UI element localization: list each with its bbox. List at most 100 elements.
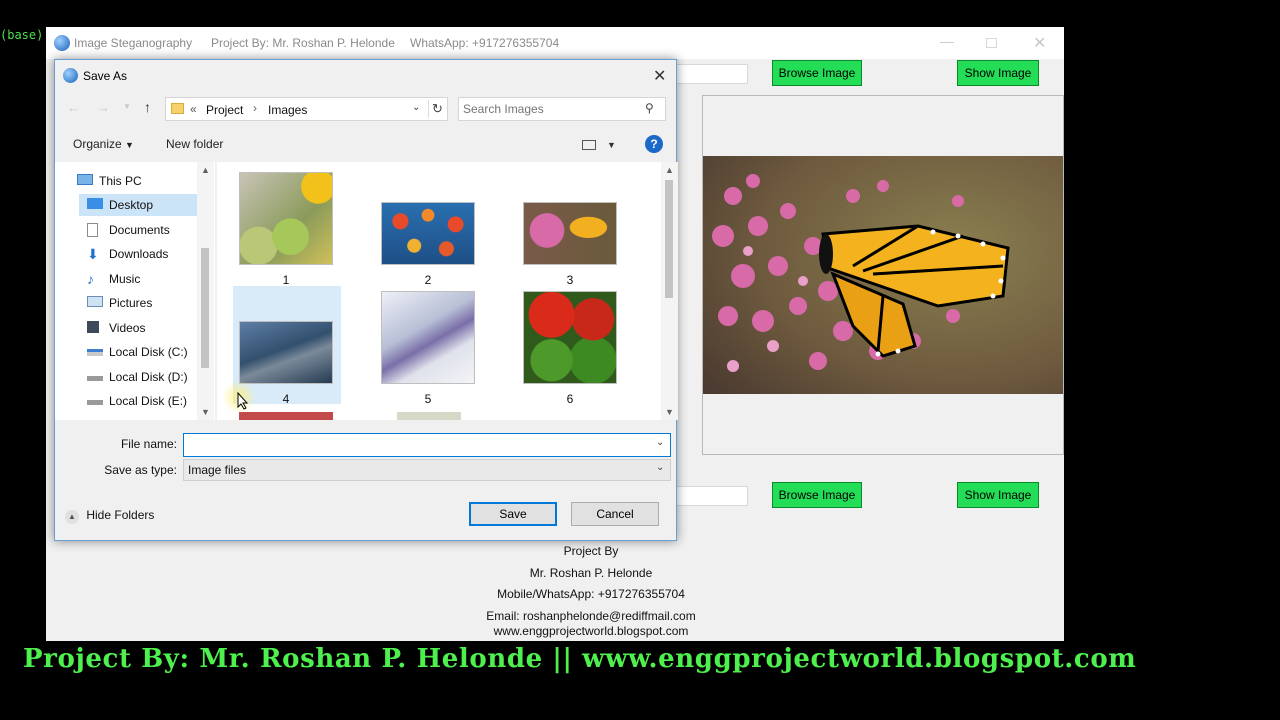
- save-type-dropdown-icon[interactable]: ⌄: [656, 462, 664, 473]
- search-box[interactable]: ⚲: [458, 97, 666, 121]
- breadcrumb-project[interactable]: Project: [206, 103, 243, 117]
- back-arrow-icon[interactable]: ←: [67, 100, 80, 115]
- minimize-icon[interactable]: —: [940, 33, 954, 49]
- nav-videos-label: Videos: [109, 321, 146, 335]
- footer-line-3: Mobile/WhatsApp: +917276355704: [497, 587, 685, 601]
- file-thumb-8-partial[interactable]: [397, 412, 461, 420]
- footer-line-2: Mr. Roshan P. Helonde: [529, 566, 653, 580]
- up-arrow-icon[interactable]: ↑: [144, 99, 151, 115]
- nav-this-pc[interactable]: This PC: [69, 170, 199, 192]
- app-title: Image Steganography: [74, 36, 193, 50]
- file-name-field[interactable]: ⌄: [183, 433, 671, 457]
- save-type-label: Save as type:: [104, 463, 177, 477]
- address-dropdown-icon[interactable]: ⌄: [412, 102, 420, 113]
- mouse-pointer-icon: [237, 392, 249, 410]
- nav-pictures[interactable]: Pictures: [79, 292, 197, 314]
- address-bar[interactable]: « Project › Images ⌄ ↻: [165, 97, 448, 121]
- app-globe-icon: [54, 35, 70, 51]
- nav-local-disk-c-label: Local Disk (C:): [109, 345, 188, 359]
- videos-icon: [87, 321, 99, 333]
- nav-music-label: Music: [109, 272, 141, 286]
- organize-menu[interactable]: Organize ▼: [73, 137, 134, 151]
- terminal-prompt: (base): [0, 28, 44, 42]
- save-type-value: Image files: [188, 463, 247, 477]
- save-button[interactable]: Save: [469, 502, 557, 526]
- fruit-image: [239, 172, 333, 265]
- breadcrumb-separator-icon: ›: [253, 101, 257, 115]
- nav-scroll-up-icon[interactable]: ▲: [201, 165, 210, 175]
- search-input[interactable]: [463, 101, 638, 117]
- recent-locations-icon[interactable]: ▼: [123, 102, 131, 111]
- app-whatsapp: WhatsApp: +917276355704: [410, 36, 560, 50]
- file-thumb-7-partial[interactable]: [239, 412, 333, 420]
- image-preview-panel: [702, 95, 1064, 455]
- organize-chevron-icon: ▼: [125, 140, 134, 150]
- peppers-image: [523, 291, 617, 384]
- folder-icon: [171, 103, 184, 114]
- nav-music[interactable]: ♪ Music: [79, 268, 197, 290]
- close-icon[interactable]: ✕: [1033, 33, 1046, 53]
- file-thumb-6[interactable]: 6: [523, 291, 617, 406]
- search-icon[interactable]: ⚲: [645, 101, 654, 115]
- file-thumb-5[interactable]: 5: [381, 291, 475, 406]
- show-image-button-top[interactable]: Show Image: [957, 60, 1039, 86]
- nav-local-disk-d[interactable]: Local Disk (D:): [79, 366, 197, 388]
- nav-scroll-down-icon[interactable]: ▼: [201, 407, 210, 417]
- show-image-button-bottom[interactable]: Show Image: [957, 482, 1039, 508]
- file-scrollbar[interactable]: ▲ ▼: [661, 162, 678, 420]
- hide-folders-chevron-icon: ▲: [65, 510, 79, 524]
- nav-local-disk-e[interactable]: Local Disk (E:): [79, 390, 197, 412]
- nav-scrollbar[interactable]: ▲ ▼: [197, 162, 214, 420]
- forward-arrow-icon[interactable]: →: [97, 100, 110, 115]
- organize-label: Organize: [73, 137, 122, 151]
- breadcrumb-overflow[interactable]: «: [190, 102, 197, 116]
- butterfly-thumbnail: [523, 202, 617, 265]
- nav-scroll-thumb[interactable]: [201, 248, 209, 368]
- dialog-close-icon[interactable]: ✕: [653, 66, 666, 86]
- file-thumb-2[interactable]: 2: [381, 202, 475, 287]
- new-folder-button[interactable]: New folder: [166, 137, 223, 151]
- hide-folders-toggle[interactable]: ▲ Hide Folders: [65, 508, 154, 524]
- maximize-icon[interactable]: [986, 38, 997, 48]
- nav-desktop[interactable]: Desktop: [79, 194, 197, 216]
- butterfly-image: [703, 156, 1063, 394]
- computer-icon: [77, 174, 93, 185]
- refresh-icon[interactable]: ↻: [428, 100, 446, 118]
- nav-downloads[interactable]: ⬇ Downloads: [79, 243, 197, 265]
- dialog-app-icon: [63, 68, 78, 83]
- footer-line-1: Project By: [563, 544, 619, 558]
- browse-image-button-top[interactable]: Browse Image: [772, 60, 862, 86]
- cancel-button[interactable]: Cancel: [571, 502, 659, 526]
- music-icon: ♪: [87, 271, 94, 287]
- save-as-dialog: Save As ✕ ← → ▼ ↑ « Project › Images ⌄ ↻…: [54, 59, 678, 541]
- file-thumb-1[interactable]: 1: [239, 172, 333, 287]
- breadcrumb-images[interactable]: Images: [268, 103, 307, 117]
- footer-line-5: www.enggprojectworld.blogspot.com: [493, 624, 689, 638]
- view-chevron-icon[interactable]: ▼: [607, 140, 616, 150]
- cover-image-path-field[interactable]: [676, 64, 748, 84]
- nav-local-disk-e-label: Local Disk (E:): [109, 394, 188, 408]
- file-scroll-up-icon[interactable]: ▲: [665, 165, 674, 175]
- nav-documents[interactable]: Documents: [79, 219, 197, 241]
- file-label-5: 5: [424, 392, 432, 406]
- footer-line-4: Email: roshanphelonde@rediffmail.com: [486, 609, 696, 623]
- file-scroll-thumb[interactable]: [665, 180, 673, 298]
- desktop-icon: [87, 198, 103, 209]
- drive-d-icon: [87, 376, 103, 381]
- save-type-select[interactable]: Image files ⌄: [183, 459, 671, 481]
- file-name-input[interactable]: [188, 437, 643, 453]
- view-options-icon[interactable]: [582, 140, 596, 150]
- nav-documents-label: Documents: [109, 223, 170, 237]
- nav-this-pc-label: This PC: [99, 174, 142, 188]
- file-scroll-down-icon[interactable]: ▼: [665, 407, 674, 417]
- hide-folders-label: Hide Folders: [86, 508, 155, 522]
- help-icon[interactable]: ?: [645, 135, 663, 153]
- file-name-dropdown-icon[interactable]: ⌄: [656, 437, 664, 448]
- nav-videos[interactable]: Videos: [79, 317, 197, 339]
- stego-image-path-field[interactable]: [676, 486, 748, 506]
- file-label-6: 6: [566, 392, 574, 406]
- browse-image-button-bottom[interactable]: Browse Image: [772, 482, 862, 508]
- nav-desktop-label: Desktop: [109, 198, 154, 212]
- file-thumb-3[interactable]: 3: [523, 202, 617, 287]
- nav-local-disk-c[interactable]: Local Disk (C:): [79, 341, 197, 363]
